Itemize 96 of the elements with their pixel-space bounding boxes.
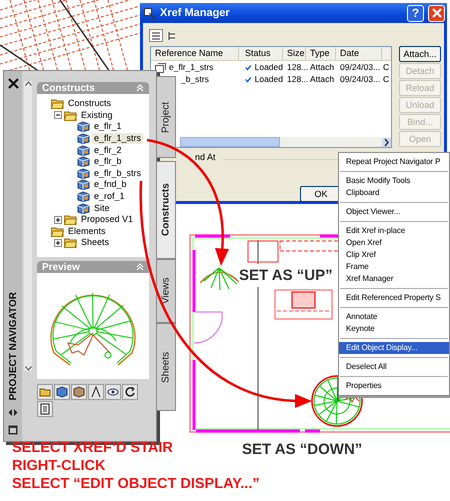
column-header[interactable]: Type: [306, 47, 336, 60]
tree-item[interactable]: Proposed V1: [79, 214, 136, 226]
palette-title: PROJECT NAVIGATOR: [8, 292, 18, 400]
menu-item[interactable]: Deselect All: [339, 361, 449, 373]
tree-item[interactable]: Site: [92, 202, 112, 214]
date-text: 09/24/03...: [339, 62, 382, 73]
menu-item[interactable]: Clip Xref: [339, 249, 449, 261]
folder-icon: [51, 98, 64, 110]
tree-item[interactable]: Sheets: [79, 237, 112, 248]
column-header[interactable]: Reference Name: [151, 47, 239, 60]
menu-item[interactable]: Frame: [339, 261, 449, 273]
cube-icon[interactable]: [54, 384, 70, 400]
sheet-icon[interactable]: [37, 401, 53, 417]
vertical-scrollbar[interactable]: [24, 81, 32, 371]
annotation-label: SET AS “DOWN”: [242, 441, 362, 458]
side-tab[interactable]: Constructs: [156, 161, 176, 259]
size-text: 128...: [286, 62, 306, 73]
list-view-icon[interactable]: [149, 29, 163, 42]
folder-icon: [64, 110, 77, 121]
close-button[interactable]: [428, 4, 445, 22]
tree-item[interactable]: e_flr_1_strs: [92, 133, 144, 144]
tree-item[interactable]: Elements: [66, 226, 108, 237]
size-text: 128...: [286, 74, 306, 85]
close-icon: [432, 8, 442, 18]
menu-item[interactable]: Open Xref: [339, 237, 449, 249]
status-text: Loaded: [254, 62, 283, 73]
type-text: Attach: [309, 74, 336, 85]
eye-icon[interactable]: [105, 384, 121, 400]
menu-item[interactable]: Object Viewer...: [339, 206, 449, 218]
box-icon[interactable]: [71, 384, 87, 400]
side-tab[interactable]: Project: [156, 76, 176, 158]
column-header[interactable]: Status: [239, 47, 283, 60]
date-text: 09/24/03...: [339, 74, 382, 85]
menu-item[interactable]: Clipboard: [339, 187, 449, 199]
cube-icon: [77, 202, 90, 214]
cube-icon: [77, 156, 90, 168]
cube-icon: [77, 191, 90, 202]
cube-icon: [77, 121, 90, 132]
horizontal-scrollbar[interactable]: [180, 137, 391, 147]
properties-icon[interactable]: [8, 425, 18, 435]
tree-item[interactable]: e_flr_b: [92, 156, 124, 168]
instruction-text: SELECT XREF’D STAIR: [12, 439, 173, 457]
tree-item[interactable]: Existing: [79, 110, 115, 121]
table-cell-text: C: [382, 62, 390, 73]
table-cell-text: C: [382, 74, 390, 85]
right-arrow-icon[interactable]: [382, 138, 391, 146]
cube-icon: [77, 168, 90, 179]
folder-icon: [64, 214, 77, 226]
side-tab[interactable]: Views: [156, 259, 176, 323]
menu-item[interactable]: Xref Manager: [339, 273, 449, 285]
tree-item[interactable]: e_flr_b_strs: [92, 168, 144, 179]
menu-item[interactable]: Annotate: [339, 311, 449, 323]
menu-item[interactable]: Properties: [339, 380, 449, 392]
menu-item[interactable]: Edit Xref in-place: [339, 225, 449, 237]
close-icon[interactable]: [8, 78, 18, 89]
menu-item[interactable]: Edit Referenced Property S: [339, 292, 449, 304]
type-text: Attach: [309, 62, 336, 73]
menu-item[interactable]: Edit Object Display...: [339, 342, 449, 354]
menu-item[interactable]: Repeat Project Navigator P: [339, 156, 449, 168]
instruction-text: RIGHT-CLICK: [12, 457, 106, 475]
side-tab[interactable]: Sheets: [156, 323, 176, 411]
tree-item[interactable]: Constructs: [66, 98, 114, 110]
menu-item[interactable]: Keynote: [339, 323, 449, 335]
reference-name: e_flr_1_strs: [169, 62, 214, 73]
menu-item[interactable]: Basic Modify Tools: [339, 175, 449, 187]
drawing-file-icon: [155, 62, 166, 72]
autohide-icon[interactable]: [8, 408, 18, 417]
tree-item[interactable]: e_flr_1: [92, 121, 124, 132]
cube-icon: [77, 133, 90, 144]
folder-icon: [64, 237, 77, 248]
cube-icon: [77, 144, 90, 156]
minus-box-icon[interactable]: [54, 111, 62, 120]
column-header[interactable]: Date: [336, 47, 382, 60]
collapse-icon[interactable]: [136, 263, 144, 271]
plus-box-icon[interactable]: [54, 238, 62, 247]
cube-icon: [77, 179, 90, 190]
tree-item[interactable]: e_fnd_b: [92, 179, 129, 190]
refresh-icon[interactable]: [122, 384, 138, 400]
reference-name: _b_strs: [181, 74, 209, 85]
tree-item[interactable]: e_rof_1: [92, 191, 127, 202]
folder-icon: [51, 226, 64, 237]
xref-icon: [144, 8, 156, 18]
dialog-button[interactable]: Attach...: [399, 46, 441, 62]
panel-title: Constructs: [42, 82, 95, 94]
plus-box-icon[interactable]: [54, 216, 62, 224]
help-button[interactable]: ?: [407, 4, 424, 22]
annotation-label: SET AS “UP”: [239, 267, 333, 284]
column-header[interactable]: Size: [283, 47, 306, 60]
group-label: nd At: [195, 152, 216, 162]
window-title: Xref Manager: [160, 7, 231, 19]
folder-icon[interactable]: [37, 384, 53, 400]
instruction-text: SELECT “EDIT OBJECT DISPLAY...”: [12, 475, 260, 493]
collapse-icon[interactable]: [136, 84, 144, 92]
panel-title: Preview: [42, 262, 80, 272]
tree-item[interactable]: e_flr_2: [92, 144, 124, 156]
status-text: Loaded: [254, 74, 283, 85]
